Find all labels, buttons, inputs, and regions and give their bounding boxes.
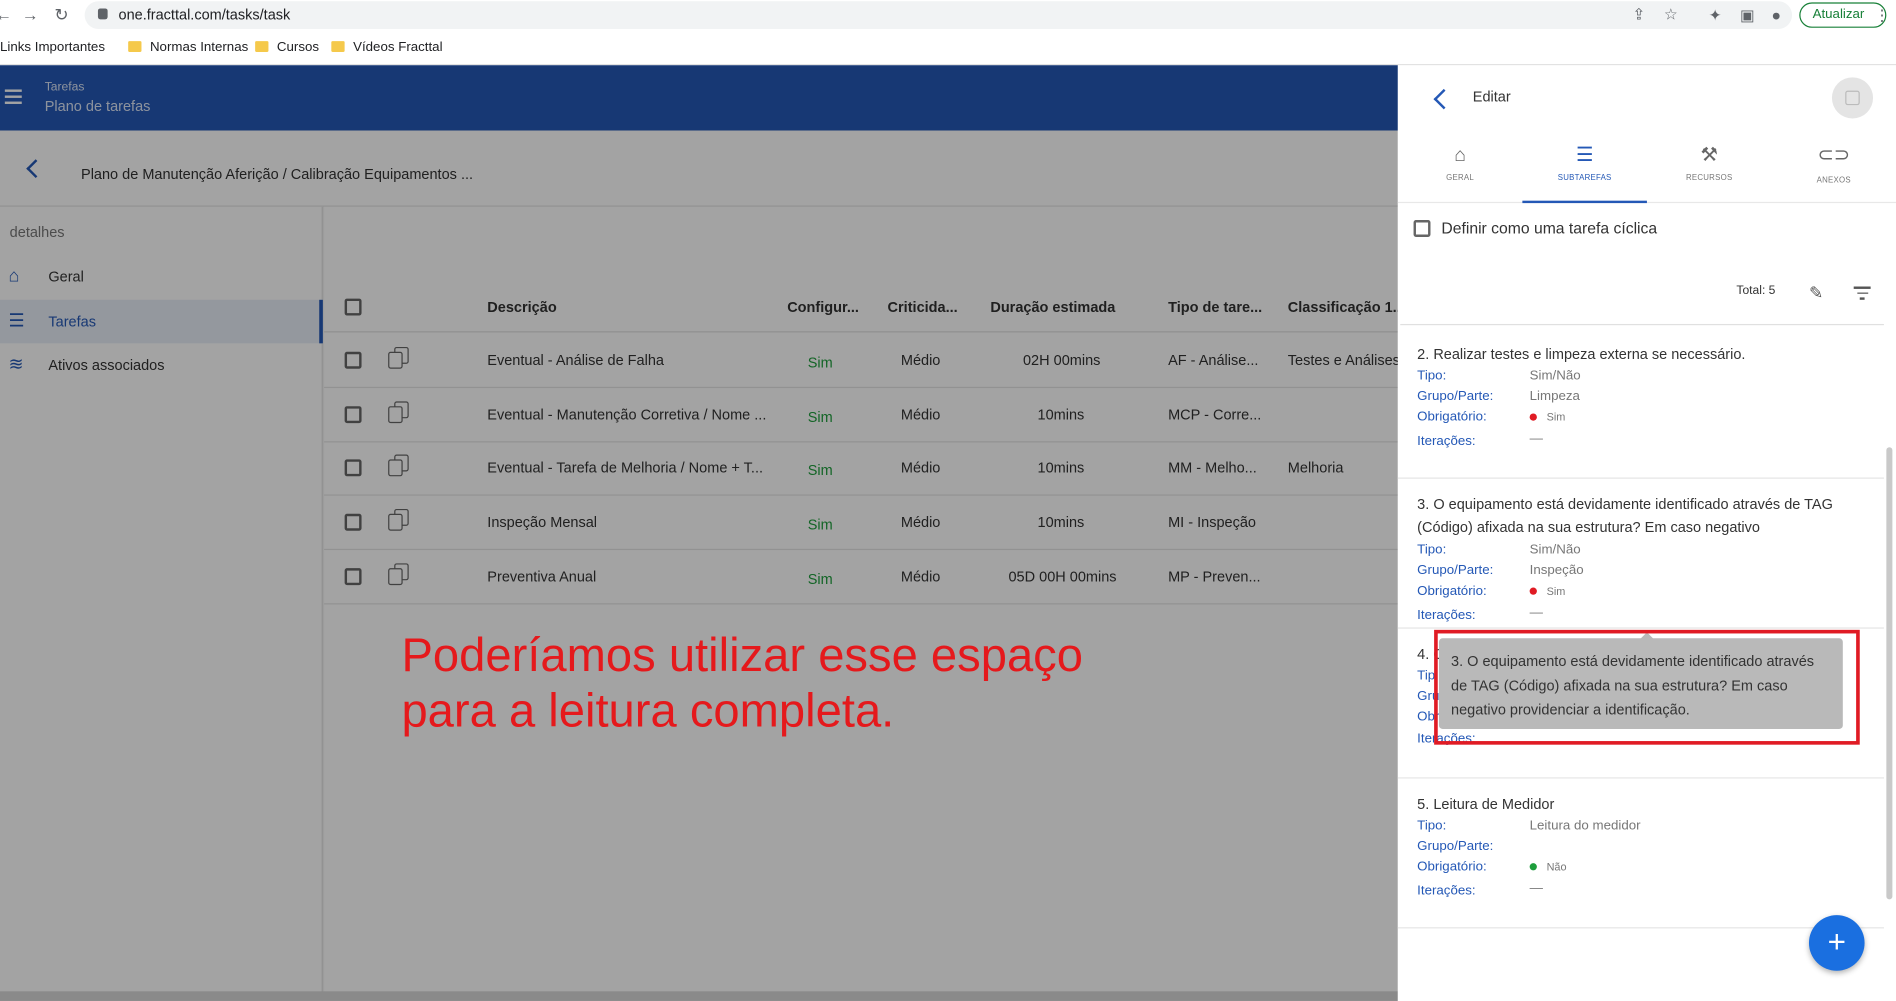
cyclic-checkbox[interactable] [1413, 220, 1431, 237]
label-tipo: Tip [1417, 668, 1436, 684]
value-iteracoes: — [1529, 605, 1543, 621]
save-button[interactable] [1831, 77, 1874, 119]
divider [1400, 323, 1884, 326]
subtask-title: 2. Realizar testes e limpeza externa se … [1417, 345, 1746, 363]
subtask-title: 5. Leitura de Medidor [1417, 795, 1555, 813]
label-obrigatorio: Obrigatório: [1417, 859, 1487, 875]
folder-icon [331, 41, 345, 52]
save-icon [1845, 90, 1860, 106]
bookmark-videos-fracttal[interactable]: Vídeos Fracttal [331, 40, 443, 54]
required-dot-icon [1529, 587, 1537, 595]
panel-title: Editar [1472, 88, 1511, 106]
panel-tabs: ⌂ GERAL ☰ SUBTAREFAS ⚒ RECURSOS ⊂⊃ ANEXO… [1397, 138, 1896, 204]
label-grupo: Grupo/Parte: [1417, 563, 1494, 578]
tab-subtarefas[interactable]: ☰ SUBTAREFAS [1522, 138, 1647, 204]
label-iteracoes: Iterações: [1417, 883, 1476, 899]
value-obrigatorio: Sim [1529, 585, 1565, 597]
url-text: one.fracttal.com/tasks/task [118, 6, 291, 23]
filter-icon[interactable] [1853, 286, 1871, 303]
cyclic-task-option[interactable]: Definir como uma tarefa cíclica [1413, 219, 1657, 237]
more-menu-icon[interactable]: ⋮ [1874, 6, 1890, 25]
label-tipo: Tipo: [1417, 542, 1447, 558]
home-icon: ⌂ [1454, 145, 1466, 166]
annotation-text: Poderíamos utilizar esse espaço para a l… [401, 629, 1247, 740]
annotation-line-2: para a leitura completa. [401, 685, 895, 738]
annotation-line-1: Poderíamos utilizar esse espaço [401, 629, 1083, 682]
value-tipo: Sim/Não [1529, 368, 1581, 384]
edit-panel: Editar ⌂ GERAL ☰ SUBTAREFAS ⚒ RECURSOS ⊂… [1397, 65, 1896, 1001]
tab-anexos[interactable]: ⊂⊃ ANEXOS [1771, 138, 1896, 203]
bookmark-links-importantes[interactable]: Links Importantes [0, 40, 105, 55]
folder-icon [128, 41, 142, 52]
tab-geral[interactable]: ⌂ GERAL [1398, 138, 1523, 203]
value-obrigatorio: Sim [1529, 411, 1565, 423]
extensions-icon[interactable]: ✦ [1709, 6, 1722, 25]
value-tipo: Leitura do medidor [1529, 818, 1641, 833]
label-iteracoes: Iterações: [1417, 608, 1476, 623]
checklist-icon: ☰ [1575, 145, 1594, 166]
subtask-item[interactable]: 5. Leitura de Medidor Tipo: Leitura do m… [1397, 793, 1884, 929]
label-tipo: Tipo: [1417, 818, 1447, 833]
folder-icon [255, 41, 269, 52]
optional-dot-icon [1529, 863, 1537, 871]
required-dot-icon [1529, 413, 1537, 421]
forward-nav-icon[interactable]: → [22, 5, 39, 24]
reload-icon[interactable]: ↻ [54, 5, 68, 26]
sidepanel-icon[interactable]: ▣ [1740, 6, 1755, 25]
url-field[interactable]: one.fracttal.com/tasks/task ⇪ ☆ [84, 1, 1793, 30]
subtask-item[interactable]: 3. O equipamento está devidamente identi… [1397, 493, 1884, 629]
paperclip-icon: ⊂⊃ [1817, 145, 1850, 166]
label-grupo: Grupo/Parte: [1417, 389, 1494, 404]
backdrop-overlay[interactable] [0, 65, 1398, 1001]
panel-back-icon[interactable] [1433, 88, 1455, 110]
wrench-icon: ⚒ [1700, 145, 1718, 166]
value-iteracoes: — [1529, 431, 1543, 447]
label-iteracoes: Iterações: [1417, 433, 1476, 449]
value-grupo: Limpeza [1529, 389, 1580, 404]
value-obrigatorio: Não [1529, 861, 1567, 873]
label-grupo: Grupo/Parte: [1417, 838, 1494, 854]
total-count: Total: 5 [1736, 284, 1776, 298]
bookmarks-bar: Links Importantes Normas Internas Cursos… [0, 31, 1896, 66]
lock-icon [97, 8, 108, 20]
label-obrigatorio: Obrigatório: [1417, 409, 1487, 425]
value-tipo: Sim/Não [1529, 542, 1581, 558]
browser-address-bar: ← → ↻ one.fracttal.com/tasks/task ⇪ ☆ ✦ … [0, 0, 1896, 32]
panel-scrollbar[interactable] [1886, 447, 1893, 900]
annotation-highlight-box [1434, 629, 1860, 745]
value-iteracoes: — [1529, 881, 1543, 896]
subtask-title: 3. O equipamento está devidamente identi… [1417, 495, 1833, 536]
bookmark-normas-internas[interactable]: Normas Internas [128, 40, 248, 54]
tab-recursos[interactable]: ⚒ RECURSOS [1647, 138, 1772, 203]
profile-icon[interactable]: ● [1771, 6, 1781, 24]
label-obrigatorio: Obrigatório: [1417, 583, 1487, 599]
edit-icon[interactable]: ✎ [1809, 283, 1823, 304]
subtask-item[interactable]: 2. Realizar testes e limpeza externa se … [1397, 343, 1884, 479]
label-tipo: Tipo: [1417, 368, 1447, 384]
bookmark-cursos[interactable]: Cursos [255, 40, 319, 54]
value-grupo: Inspeção [1529, 563, 1584, 578]
star-icon[interactable]: ☆ [1664, 5, 1678, 24]
share-icon[interactable]: ⇪ [1632, 5, 1645, 24]
back-nav-icon[interactable]: ← [0, 5, 12, 24]
add-subtask-button[interactable]: + [1808, 915, 1865, 971]
